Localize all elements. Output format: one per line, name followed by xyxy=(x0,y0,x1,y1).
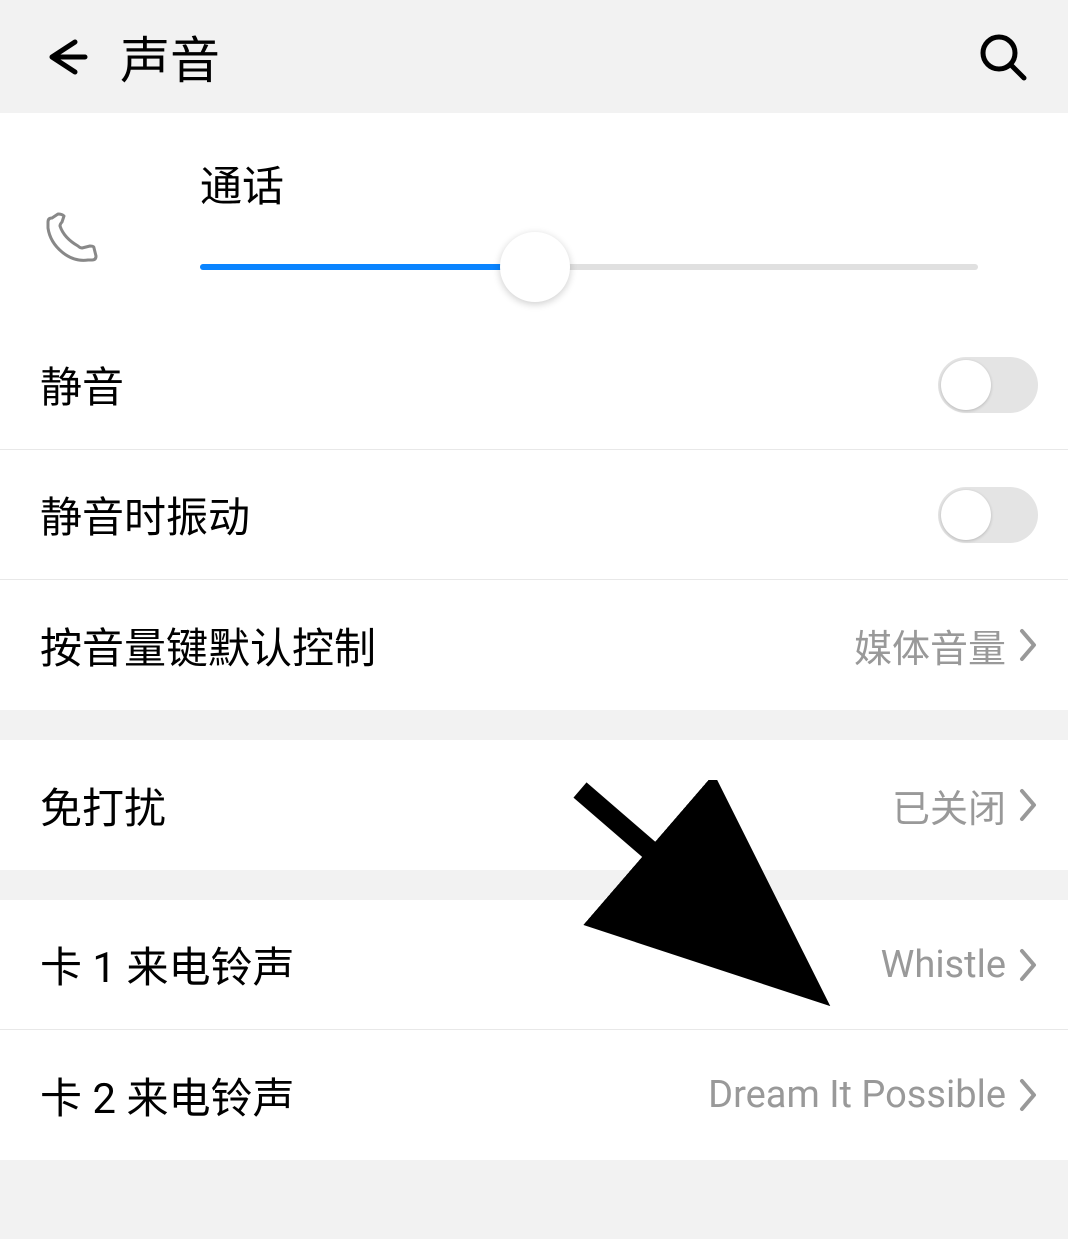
mute-label: 静音 xyxy=(40,354,124,415)
call-slider-content: 通话 xyxy=(200,153,978,270)
chevron-right-icon xyxy=(1018,947,1038,983)
chevron-right-icon xyxy=(1018,1077,1038,1113)
search-icon xyxy=(978,32,1028,82)
section-divider xyxy=(0,710,1068,740)
call-slider-fill xyxy=(200,264,535,270)
sim1-ringtone-text: Whistle xyxy=(881,943,1006,987)
vibrate-mute-row[interactable]: 静音时振动 xyxy=(0,450,1068,580)
dnd-label: 免打扰 xyxy=(40,775,166,836)
dnd-value: 已关闭 xyxy=(892,778,1038,833)
mute-row[interactable]: 静音 xyxy=(0,320,1068,450)
vibrate-mute-toggle[interactable] xyxy=(938,487,1038,543)
content-section-dnd: 免打扰 已关闭 xyxy=(0,740,1068,870)
sim2-ringtone-text: Dream It Possible xyxy=(708,1073,1006,1117)
call-slider[interactable] xyxy=(200,264,978,270)
vibrate-mute-toggle-thumb xyxy=(941,490,991,540)
content-section-ringtones: 卡 1 来电铃声 Whistle 卡 2 来电铃声 Dream It Possi… xyxy=(0,900,1068,1160)
search-button[interactable] xyxy=(968,22,1038,92)
sim2-ringtone-label: 卡 2 来电铃声 xyxy=(40,1065,294,1126)
vibrate-mute-label: 静音时振动 xyxy=(40,484,250,545)
volume-key-default-row[interactable]: 按音量键默认控制 媒体音量 xyxy=(0,580,1068,710)
content-section-sliders: 通话 静音 静音时振动 按音量键默认控制 媒体音量 xyxy=(0,113,1068,710)
call-slider-thumb[interactable] xyxy=(500,232,570,302)
sim1-ringtone-row[interactable]: 卡 1 来电铃声 Whistle xyxy=(0,900,1068,1030)
section-divider xyxy=(0,870,1068,900)
chevron-right-icon xyxy=(1018,627,1038,663)
call-slider-label: 通话 xyxy=(200,153,978,214)
mute-toggle[interactable] xyxy=(938,357,1038,413)
sim2-ringtone-value: Dream It Possible xyxy=(708,1073,1038,1117)
back-arrow-icon xyxy=(40,32,90,82)
mute-toggle-thumb xyxy=(941,360,991,410)
chevron-right-icon xyxy=(1018,787,1038,823)
volume-key-default-text: 媒体音量 xyxy=(854,618,1006,673)
sim1-ringtone-value: Whistle xyxy=(881,943,1038,987)
sim2-ringtone-row[interactable]: 卡 2 来电铃声 Dream It Possible xyxy=(0,1030,1068,1160)
back-button[interactable] xyxy=(30,22,100,92)
dnd-row[interactable]: 免打扰 已关闭 xyxy=(0,740,1068,870)
header-bar: 声音 xyxy=(0,0,1068,113)
volume-key-default-label: 按音量键默认控制 xyxy=(40,615,376,676)
sim1-ringtone-label: 卡 1 来电铃声 xyxy=(40,934,294,995)
dnd-text: 已关闭 xyxy=(892,778,1006,833)
call-volume-row: 通话 xyxy=(0,113,1068,320)
page-title: 声音 xyxy=(120,21,220,93)
volume-key-default-value: 媒体音量 xyxy=(854,618,1038,673)
phone-icon xyxy=(40,208,100,268)
